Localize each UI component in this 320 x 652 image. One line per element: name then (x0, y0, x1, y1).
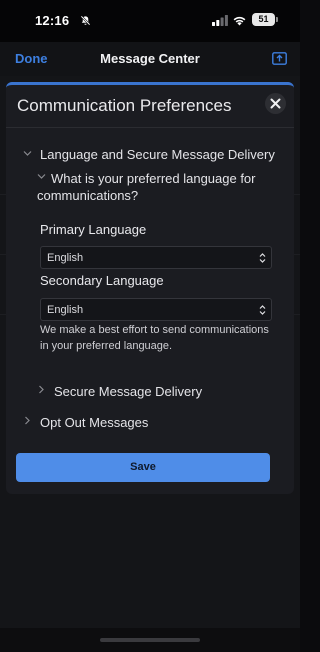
primary-language-select[interactable]: English (40, 246, 272, 269)
home-indicator[interactable] (100, 638, 200, 642)
communication-preferences-modal: Communication Preferences Language and S… (6, 82, 294, 494)
section-language-delivery[interactable]: Language and Secure Message Delivery (40, 147, 275, 162)
helper-text: We make a best effort to send communicat… (40, 324, 269, 352)
save-button[interactable]: Save (16, 453, 270, 482)
secondary-language-value: English (47, 304, 84, 316)
signal-icon (212, 15, 228, 26)
status-time: 12:16 (35, 13, 70, 28)
language-question: What is your preferred language for comm… (37, 170, 282, 204)
close-icon (270, 98, 281, 109)
wifi-icon (233, 16, 246, 26)
chevron-right-icon[interactable] (37, 385, 46, 394)
battery-icon: 51 (252, 13, 278, 26)
nav-bar: Done Message Center (0, 42, 300, 76)
chevron-right-icon[interactable] (23, 416, 32, 425)
page-title: Message Center (100, 51, 200, 66)
chevron-down-icon[interactable] (23, 149, 32, 158)
primary-language-label: Primary Language (40, 222, 147, 237)
bell-off-icon (80, 15, 91, 26)
select-arrows-icon (259, 305, 266, 315)
section-secure-delivery[interactable]: Secure Message Delivery (54, 384, 202, 399)
inbox-upload-icon[interactable] (272, 52, 287, 65)
secondary-language-label: Secondary Language (40, 273, 164, 288)
section-opt-out[interactable]: Opt Out Messages (40, 415, 148, 430)
bottom-bar (0, 628, 300, 652)
primary-language-value: English (47, 252, 84, 264)
secondary-language-select[interactable]: English (40, 298, 272, 321)
modal-title: Communication Preferences (17, 96, 232, 115)
status-bar: 12:16 51 (0, 0, 300, 42)
select-arrows-icon (259, 253, 266, 263)
question-text: What is your preferred language for comm… (37, 171, 256, 203)
close-button[interactable] (265, 93, 286, 114)
modal-divider (6, 127, 294, 128)
